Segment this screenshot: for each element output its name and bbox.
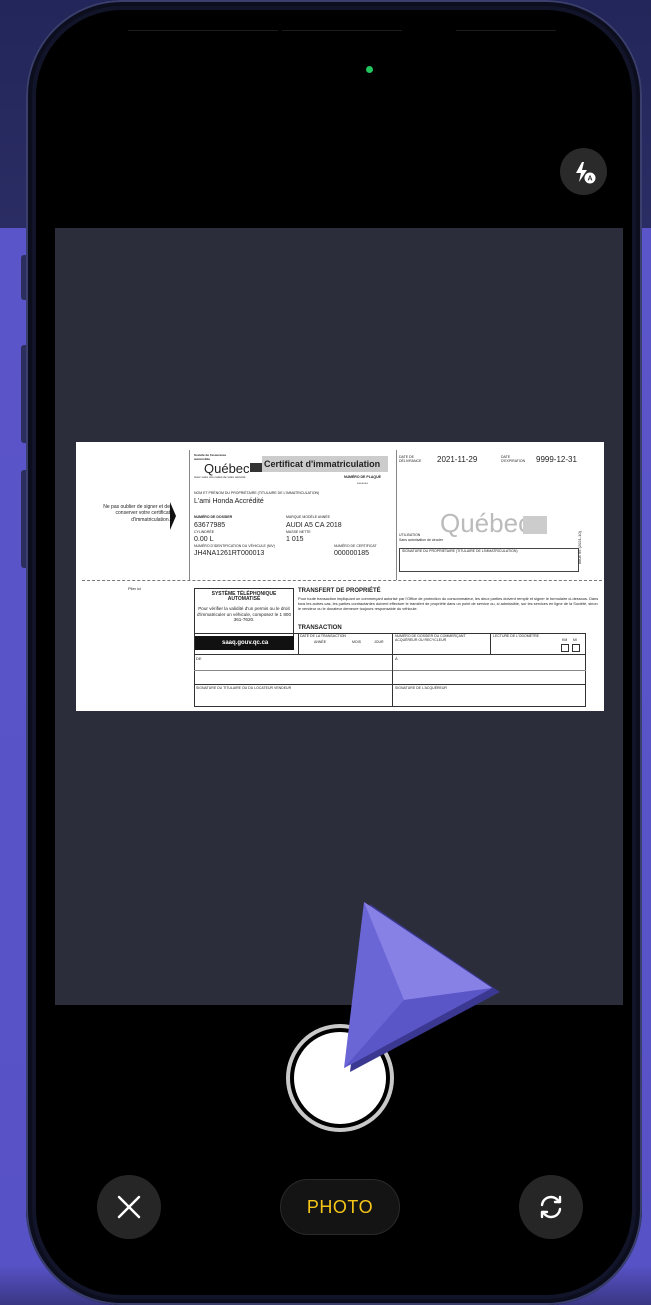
dealer-label: NUMÉRO DE DOSSIER DU COMMERÇANT ACQUÉREU…: [395, 634, 466, 642]
close-button[interactable]: [97, 1175, 161, 1239]
year-label: ANNÉE: [314, 640, 327, 644]
table-rule: [194, 654, 586, 655]
table-rule: [194, 684, 586, 685]
from-label: DE: [196, 656, 202, 661]
camera-indicator-dot: [366, 66, 373, 73]
form-code: 6805 95 (2021-10): [577, 531, 582, 564]
quebec-watermark: Québec: [440, 508, 532, 538]
camera-screen: A Société de l'assurance automobile Québ…: [36, 10, 632, 1295]
mass-label: MASSE NETTE: [286, 530, 311, 534]
odometer-label: LECTURE DE L'ODOMÈTRE: [493, 634, 539, 638]
transaction-label: TRANSACTION: [298, 625, 342, 631]
flash-auto-icon: A: [575, 161, 595, 183]
expiry-date-label: DATE D'EXPIRATION: [501, 455, 526, 463]
km-label: KM: [562, 638, 568, 642]
vin-value: JH4NA1261RT000013: [194, 550, 265, 557]
divider-vertical: [189, 450, 190, 580]
month-label: MOIS: [352, 640, 361, 644]
cylinder-value: 0.00 L: [194, 536, 214, 543]
close-icon: [117, 1195, 141, 1219]
flash-button[interactable]: A: [560, 148, 607, 195]
to-label: À: [395, 656, 398, 661]
quebec-flag-icon: [250, 463, 262, 472]
transaction-date-label: DATE DE LA TRANSACTION: [300, 634, 346, 638]
sensor-housing: [282, 30, 402, 31]
sensor-housing: [128, 30, 278, 31]
mass-value: 1 015: [286, 536, 304, 543]
table-col: [392, 633, 393, 707]
table-col: [490, 633, 491, 654]
issue-date-value: 2021-11-29: [437, 455, 478, 464]
make-label: MARQUE MODÈLE ANNÉE: [286, 515, 330, 519]
seller-signature-label: SIGNATURE DU TITULAIRE OU DU LOCATEUR VE…: [196, 686, 292, 690]
switch-camera-button[interactable]: [519, 1175, 583, 1239]
table-col: [298, 633, 299, 654]
plate-value: *******: [357, 481, 368, 486]
arrow-right-icon: [170, 502, 176, 530]
sign-reminder: Ne pas oublier de signer et de conserver…: [103, 504, 170, 523]
plate-label: NUMÉRO DE PLAQUE: [344, 475, 381, 479]
buyer-signature-label: SIGNATURE DE L'ACQUÉREUR: [395, 686, 447, 690]
mi-checkbox: [572, 644, 580, 652]
day-label: JOUR: [374, 640, 384, 644]
usage-value: Sans autorisation de circuler: [399, 538, 444, 542]
svg-text:A: A: [587, 175, 592, 182]
transfer-title: TRANSFERT DE PROPRIÉTÉ: [298, 588, 381, 594]
quebec-watermark-flag: [523, 516, 547, 534]
photo-mode-label: PHOTO: [306, 1196, 374, 1217]
owner-signature-label: SIGNATURE DU PROPRIÉTAIRE (TITULAIRE DE …: [402, 549, 518, 553]
transfer-text: Pour toute transaction impliquant un com…: [298, 596, 599, 612]
divider-vertical: [396, 450, 397, 580]
fold-line: [82, 580, 602, 581]
pointer-cursor-icon: [344, 902, 500, 1072]
file-value: 63677985: [194, 522, 226, 529]
mi-label: MI: [573, 638, 577, 642]
vin-label: NUMÉRO D'IDENTIFICATION DU VÉHICULE (NIV…: [194, 544, 275, 548]
certificate-title: Certificat d'immatriculation: [264, 459, 381, 469]
owner-name: L'ami Honda Accrédité: [194, 498, 264, 505]
km-checkbox: [561, 644, 569, 652]
security-note: Avec votre vos codes de votre sécurité: [194, 475, 246, 479]
expiry-date-value: 9999-12-31: [536, 455, 577, 464]
registration-certificate: Société de l'assurance automobile Québec…: [76, 442, 604, 711]
usage-label: UTILISATION: [399, 533, 421, 537]
owner-label: NOM ET PRÉNOM DU PROPRIÉTAIRE (TITULAIRE…: [194, 491, 320, 495]
table-rule: [194, 670, 586, 671]
certificate-number-label: NUMÉRO DE CERTIFICAT: [334, 544, 377, 548]
cylinder-label: CYLINDRÉE: [194, 530, 215, 534]
viewfinder: Société de l'assurance automobile Québec…: [55, 228, 623, 1005]
fold-label: Plier ici: [128, 586, 141, 591]
phone-system-text: Pour vérifier la validité d'un permis ou…: [196, 606, 292, 622]
quebec-logo: Québec: [204, 461, 250, 476]
photo-mode-button[interactable]: PHOTO: [280, 1179, 400, 1235]
phone-system-title: SYSTÈME TÉLÉPHONIQUE AUTOMATISÉ: [211, 591, 277, 602]
certificate-number-value: 000000185: [334, 550, 370, 557]
file-label: NUMÉRO DE DOSSIER: [194, 515, 233, 519]
sensor-housing: [456, 30, 556, 31]
switch-camera-icon: [540, 1195, 562, 1219]
issue-date-label: DATE DE DÉLIVRANCE: [399, 455, 422, 463]
make-value: AUDI A5 CA 2018: [286, 522, 342, 529]
